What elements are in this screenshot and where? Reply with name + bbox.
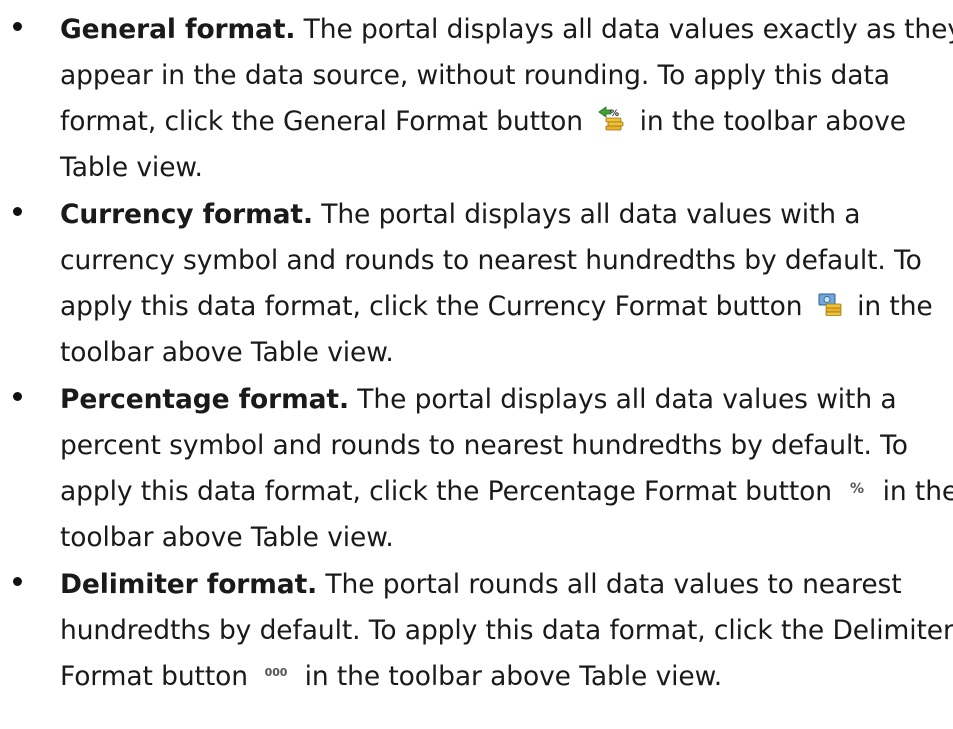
currency-format-icon — [817, 285, 843, 331]
percentage-format-icon: % — [846, 470, 868, 516]
item-text: in the — [882, 476, 953, 507]
item-text: toolbar above Table view. — [60, 337, 394, 368]
item-heading: Currency format. — [60, 199, 313, 230]
delimiter-glyph: 000 — [265, 666, 288, 679]
item-text: appear in the data source, without round… — [60, 60, 890, 91]
list-item-currency-format: Currency format. The portal displays all… — [0, 192, 941, 376]
item-text: currency symbol and rounds to nearest hu… — [60, 245, 922, 276]
list-item-general-format: General format. The portal displays all … — [0, 7, 953, 191]
item-text: hundredths by default. To apply this dat… — [60, 615, 953, 646]
item-text: in the toolbar above Table view. — [304, 661, 723, 692]
bullet — [13, 577, 22, 586]
item-text: The portal displays all data values exac… — [295, 14, 953, 45]
item-heading: Delimiter format. — [60, 569, 318, 600]
list-item-percentage-format: Percentage format. The portal displays a… — [0, 377, 953, 561]
item-text: Table view. — [60, 152, 203, 183]
list-item-delimiter-format: Delimiter format. The portal rounds all … — [0, 562, 953, 700]
item-heading: Percentage format. — [60, 384, 349, 415]
general-format-icon: % — [597, 100, 625, 146]
item-heading: General format. — [60, 14, 296, 45]
item-text: The portal displays all data values with… — [312, 199, 861, 230]
item-text: apply this data format, click the Curren… — [60, 291, 803, 322]
bullet — [13, 207, 22, 216]
delimiter-format-icon: 000 — [262, 655, 290, 701]
document-page: General format. The portal displays all … — [0, 0, 953, 729]
item-text: Format button — [60, 661, 248, 692]
item-text: The portal displays all data values with… — [348, 384, 897, 415]
svg-text:%: % — [610, 109, 619, 119]
item-text: The portal rounds all data values to nea… — [317, 569, 902, 600]
item-text: in the — [857, 291, 933, 322]
bullet — [13, 22, 22, 31]
percentage-glyph: % — [850, 481, 864, 497]
item-text: percent symbol and rounds to nearest hun… — [60, 430, 908, 461]
item-text: apply this data format, click the Percen… — [60, 476, 832, 507]
item-text: in the toolbar above — [639, 106, 906, 137]
item-text: format, click the General Format button — [60, 106, 583, 137]
item-text: toolbar above Table view. — [60, 522, 394, 553]
bullet — [13, 392, 22, 401]
